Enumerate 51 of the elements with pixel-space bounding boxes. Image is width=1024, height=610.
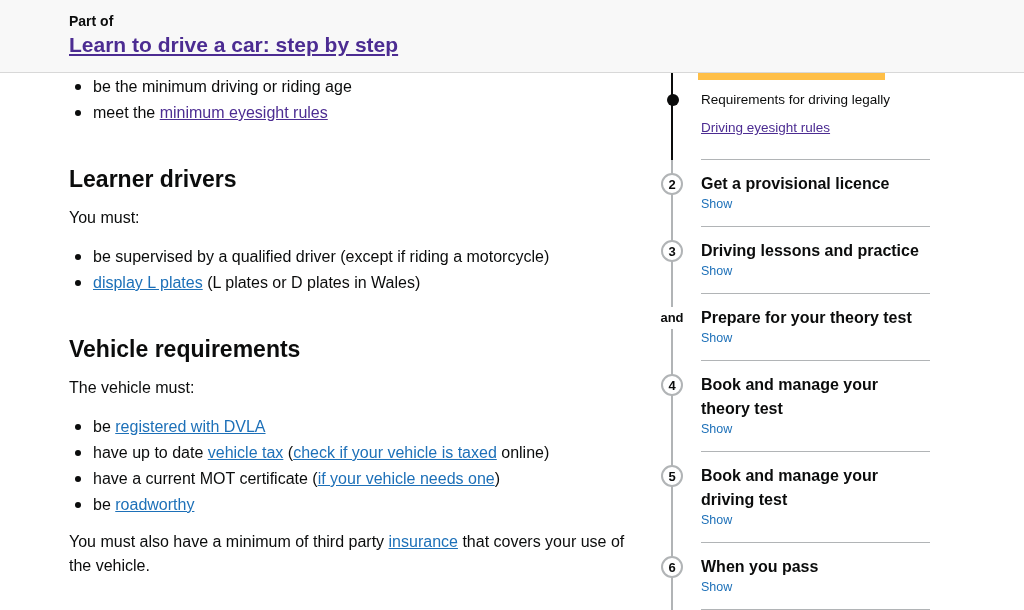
show-toggle[interactable]: Show [701,196,733,212]
list-item-text: be supervised by a qualified driver (except if riding a motorcycle) [93,247,550,267]
substep-text: Requirements for driving legally [701,92,891,107]
step-title[interactable]: Book and manage your driving test [701,464,930,512]
substep-link[interactable]: Driving eyesight rules [701,118,831,138]
bullet-icon [75,502,81,508]
bullet-icon [75,280,81,286]
text-link[interactable]: display L plates [93,274,203,291]
step-number: 2 [661,173,683,195]
text-link[interactable]: if your vehicle needs one [317,470,495,487]
show-toggle[interactable]: Show [701,579,733,595]
step-title[interactable]: When you pass [701,555,819,579]
list-item-text: be registered with DVLA [93,417,266,437]
list-item-text: meet the minimum eyesight rules [93,103,328,123]
body-text: You must also have a minimum of third party insurance that covers your use of the vehicle. [69,532,626,576]
body-text: You must: [69,208,141,228]
list-item-text: be the minimum driving or riding age [93,77,352,97]
bullet-icon [75,110,81,116]
text-link[interactable]: vehicle tax [207,444,284,461]
list-item-text: have up to date vehicle tax (check if your vehicle is taxed online) [93,443,550,463]
step-title[interactable]: Get a provisional licence [701,172,890,196]
list-item-text: display L plates (L plates or D plates in Wales) [93,273,421,293]
step-and-label: and [659,307,685,329]
list-item-text: be roadworthy [93,495,195,515]
step-number: 6 [661,556,683,578]
text-link[interactable]: roadworthy [115,496,195,513]
show-toggle[interactable]: Show [701,421,733,437]
show-toggle[interactable]: Show [701,512,733,528]
step-title[interactable]: Driving lessons and practice [701,239,919,263]
show-toggle[interactable]: Show [701,263,733,279]
section-heading: Learner drivers [69,165,238,194]
show-toggle[interactable]: Show [701,330,733,346]
bullet-icon [75,84,81,90]
section-heading: Vehicle requirements [69,335,302,364]
body-text: The vehicle must: [69,378,196,398]
list-item-text: have a current MOT certificate (if your vehicle needs one) [93,469,500,489]
step-by-step-link[interactable]: Learn to drive a car: step by step [69,30,399,60]
bullet-icon [75,254,81,260]
step-number: 5 [661,465,683,487]
text-link[interactable]: minimum eyesight rules [159,104,328,121]
text-link[interactable]: check if your vehicle is taxed [293,444,497,461]
text-link[interactable]: registered with DVLA [115,418,266,435]
part-of-label: Part of [69,13,114,29]
text-link[interactable]: insurance [388,533,458,550]
bullet-icon [75,476,81,482]
step-number: 3 [661,240,683,262]
step-title[interactable]: Prepare for your theory test [701,306,912,330]
step-number: 4 [661,374,683,396]
step-title[interactable]: Book and manage your theory test [701,373,930,421]
bullet-icon [75,450,81,456]
bullet-icon [75,424,81,430]
